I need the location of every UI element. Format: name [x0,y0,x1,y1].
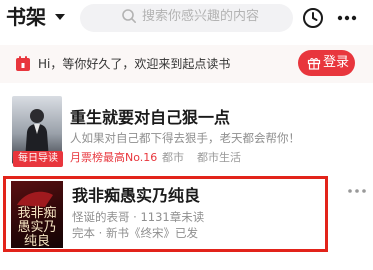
daily-guide-badge: 每日导读 [13,151,63,167]
cover-title-text: 我非痴愚实乃纯良 [17,206,57,249]
more-options-icon[interactable] [345,184,369,198]
book-status: 完本 · 新书《终宋》已发 [72,226,198,240]
login-label: 登录 [323,55,350,70]
ranking-tag: 月票榜最高No.16 [70,151,158,164]
category-tag: 都市 [162,151,184,164]
more-icon[interactable] [335,6,359,30]
login-button[interactable]: 登录 [298,50,355,76]
search-placeholder[interactable]: 搜索你感兴趣的内容 [142,9,259,25]
book-title[interactable]: 重生就要对自己狠一点 [70,108,230,128]
author-progress: 怪诞的表哥 · 1131章未读 [72,210,205,224]
welcome-text: Hi，等你好久了，欢迎来到起点读书 [38,57,231,71]
book-description: 人如果对自己都下得去狠手，老天都会帮你！ [70,131,300,145]
page-title[interactable]: 书架 [6,4,46,30]
gift-icon [307,58,321,70]
calendar-icon [16,56,30,71]
subcategory-tag: 都市生活 [197,151,241,164]
book-title[interactable]: 我非痴愚实乃纯良 [72,186,200,206]
book-cover[interactable]: 我非痴愚实乃纯良 [11,181,63,248]
search-icon [122,9,136,23]
caret-down-icon[interactable] [52,8,68,26]
history-icon[interactable] [301,6,325,30]
